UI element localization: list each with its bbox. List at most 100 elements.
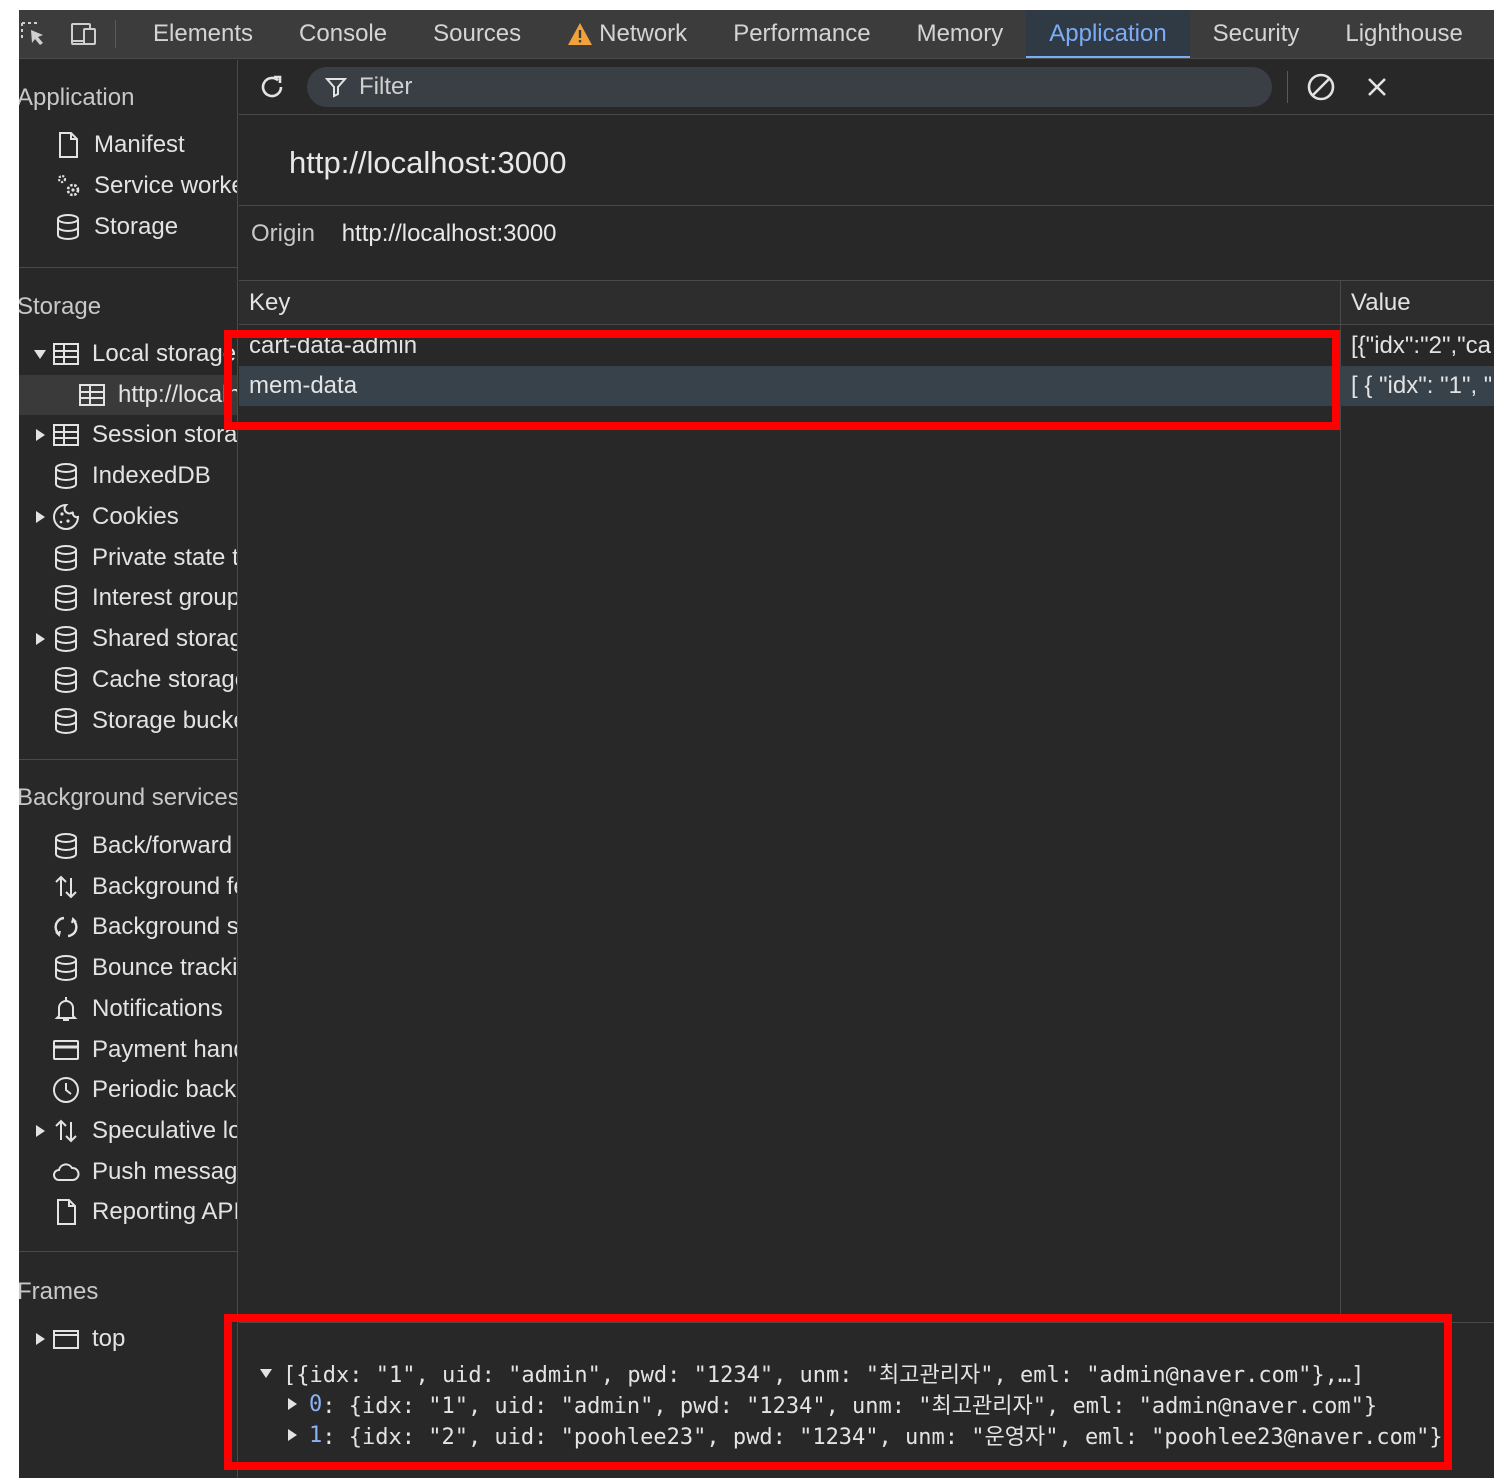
application-sidebar: Application Manifest Service workers Sto…	[19, 60, 238, 1478]
column-header-value[interactable]: Value	[1351, 281, 1411, 325]
sidebar-item-back-forward-cache[interactable]: Back/forward cache	[19, 826, 237, 866]
tab-memory[interactable]: Memory	[894, 10, 1027, 58]
section-title-storage: Storage	[19, 293, 102, 320]
sidebar-item-bounce-tracking[interactable]: Bounce tracking mitigations	[19, 948, 238, 988]
sidebar-item-reporting-api[interactable]: Reporting API	[19, 1192, 238, 1232]
sidebar-item-background-fetch[interactable]: Background fetch	[19, 867, 237, 907]
sidebar-item-background-sync[interactable]: Background sync	[19, 907, 237, 947]
database-icon	[51, 210, 85, 244]
table-row[interactable]: cart-data-admin [{"idx":"2","cat"	[239, 326, 1494, 366]
tab-network-label: Network	[599, 20, 688, 47]
sidebar-item-label: Back/forward cache	[92, 832, 237, 859]
sidebar-item-frame-top[interactable]: top	[19, 1319, 237, 1359]
delete-selected-icon[interactable]	[1360, 70, 1394, 104]
sidebar-item-interest-groups[interactable]: Interest groups	[19, 578, 238, 618]
sidebar-item-service-workers[interactable]: Service workers	[19, 166, 237, 206]
collapse-arrow-icon[interactable]	[285, 1397, 299, 1411]
database-icon	[49, 622, 83, 656]
collapse-arrow-icon[interactable]	[285, 1428, 299, 1442]
tab-lighthouse[interactable]: Lighthouse	[1322, 10, 1485, 58]
sidebar-item-label: Notifications	[92, 995, 223, 1022]
preview-root-line[interactable]: [{idx: "1", uid: "admin", pwd: "1234", u…	[259, 1358, 1364, 1388]
sidebar-item-label: Reporting API	[92, 1198, 238, 1225]
device-toolbar-icon[interactable]	[69, 19, 99, 49]
sidebar-item-label: top	[92, 1325, 126, 1352]
sync-icon	[49, 910, 83, 944]
tab-security[interactable]: Security	[1190, 10, 1323, 58]
value-preview: [{idx: "1", uid: "admin", pwd: "1234", u…	[239, 1322, 1494, 1478]
refresh-icon[interactable]	[257, 72, 287, 102]
database-icon	[49, 704, 83, 738]
sidebar-item-push-messaging[interactable]: Push messaging	[19, 1152, 238, 1192]
tab-application[interactable]: Application	[1026, 10, 1191, 58]
sidebar-item-storage[interactable]: Storage	[19, 207, 237, 247]
database-icon	[49, 663, 83, 697]
database-icon	[49, 541, 83, 575]
sidebar-item-label: Periodic background sync	[92, 1076, 237, 1103]
tab-elements[interactable]: Elements	[130, 10, 276, 58]
preview-item-line[interactable]: 1 : {idx: "2", uid: "poohlee23", pwd: "1…	[285, 1420, 1443, 1450]
clear-all-icon[interactable]	[1304, 70, 1338, 104]
sidebar-item-notifications[interactable]: Notifications	[19, 989, 237, 1029]
sidebar-item-label: Bounce tracking mitigations	[92, 954, 238, 981]
file-icon	[51, 128, 85, 162]
sidebar-item-label: Session storage	[92, 421, 238, 448]
section-title-frames: Frames	[19, 1278, 99, 1305]
section-title-background-services: Background services	[19, 784, 238, 811]
sidebar-item-manifest[interactable]: Manifest	[19, 125, 237, 165]
preview-index: 1	[309, 1422, 323, 1448]
sidebar-item-shared-storage[interactable]: Shared storage	[19, 619, 237, 659]
tab-sources[interactable]: Sources	[410, 10, 544, 58]
preview-item-line[interactable]: 0 : {idx: "1", uid: "admin", pwd: "1234"…	[285, 1389, 1377, 1419]
filter-icon	[325, 78, 347, 98]
sidebar-item-label: Push messaging	[92, 1158, 238, 1185]
section-divider	[19, 267, 237, 268]
sidebar-item-periodic-sync[interactable]: Periodic background sync	[19, 1070, 237, 1110]
sidebar-item-label: Interest groups	[92, 584, 238, 611]
column-header-key[interactable]: Key	[249, 281, 290, 325]
collapse-arrow-icon[interactable]	[31, 1122, 49, 1140]
sidebar-item-storage-buckets[interactable]: Storage buckets	[19, 701, 237, 741]
preview-text: [{idx: "1", uid: "admin", pwd: "1234", u…	[283, 1363, 1365, 1388]
database-icon	[49, 581, 83, 615]
expand-arrow-icon[interactable]	[31, 345, 49, 363]
column-divider[interactable]	[1340, 281, 1341, 1321]
origin-label: Origin	[251, 220, 316, 247]
filter-box[interactable]	[307, 67, 1272, 107]
cloud-icon	[49, 1155, 83, 1189]
panel-tab-bar: Elements Console Sources Network Perform…	[19, 10, 1494, 59]
inspect-element-icon[interactable]	[19, 19, 49, 49]
sidebar-item-local-storage[interactable]: Local storage	[19, 334, 237, 374]
origin-value: http://localhost:3000	[341, 220, 557, 247]
divider	[239, 205, 1494, 206]
tab-performance[interactable]: Performance	[710, 10, 893, 58]
sidebar-item-session-storage[interactable]: Session storage	[19, 415, 238, 455]
row-value: [{"idx":"2","cat"	[1351, 332, 1491, 359]
clock-icon	[49, 1073, 83, 1107]
collapse-arrow-icon[interactable]	[31, 1330, 49, 1348]
origin-row: Origin http://localhost:3000	[251, 220, 557, 248]
preview-text: : {idx: "2", uid: "poohlee23", pwd: "123…	[322, 1425, 1443, 1450]
sidebar-item-localhost-origin[interactable]: http://localhost:3000	[19, 375, 237, 415]
tab-network[interactable]: Network	[544, 10, 710, 58]
sidebar-item-private-state-tokens[interactable]: Private state tokens	[19, 538, 237, 578]
filter-input[interactable]	[359, 73, 1239, 101]
sidebar-item-indexeddb[interactable]: IndexedDB	[19, 456, 237, 496]
sidebar-item-speculative-loads[interactable]: Speculative loads	[19, 1111, 237, 1151]
collapse-arrow-icon[interactable]	[31, 426, 49, 444]
expand-arrow-icon[interactable]	[259, 1366, 273, 1380]
devtools-window: Elements Console Sources Network Perform…	[19, 10, 1494, 1478]
row-key: mem-data	[249, 372, 358, 399]
sidebar-item-payment-handler[interactable]: Payment handler	[19, 1030, 237, 1070]
sidebar-item-label: Storage	[94, 213, 179, 240]
toolbar-separator	[1287, 71, 1288, 103]
sidebar-item-label: Manifest	[94, 131, 185, 158]
sidebar-item-cache-storage[interactable]: Cache storage	[19, 660, 237, 700]
tab-console[interactable]: Console	[276, 10, 410, 58]
sidebar-item-cookies[interactable]: Cookies	[19, 497, 237, 537]
section-title-application: Application	[19, 84, 135, 111]
table-row[interactable]: mem-data [ { "idx": "1", "u	[239, 366, 1494, 406]
preview-text: : {idx: "1", uid: "admin", pwd: "1234", …	[322, 1394, 1378, 1419]
collapse-arrow-icon[interactable]	[31, 630, 49, 648]
collapse-arrow-icon[interactable]	[31, 508, 49, 526]
